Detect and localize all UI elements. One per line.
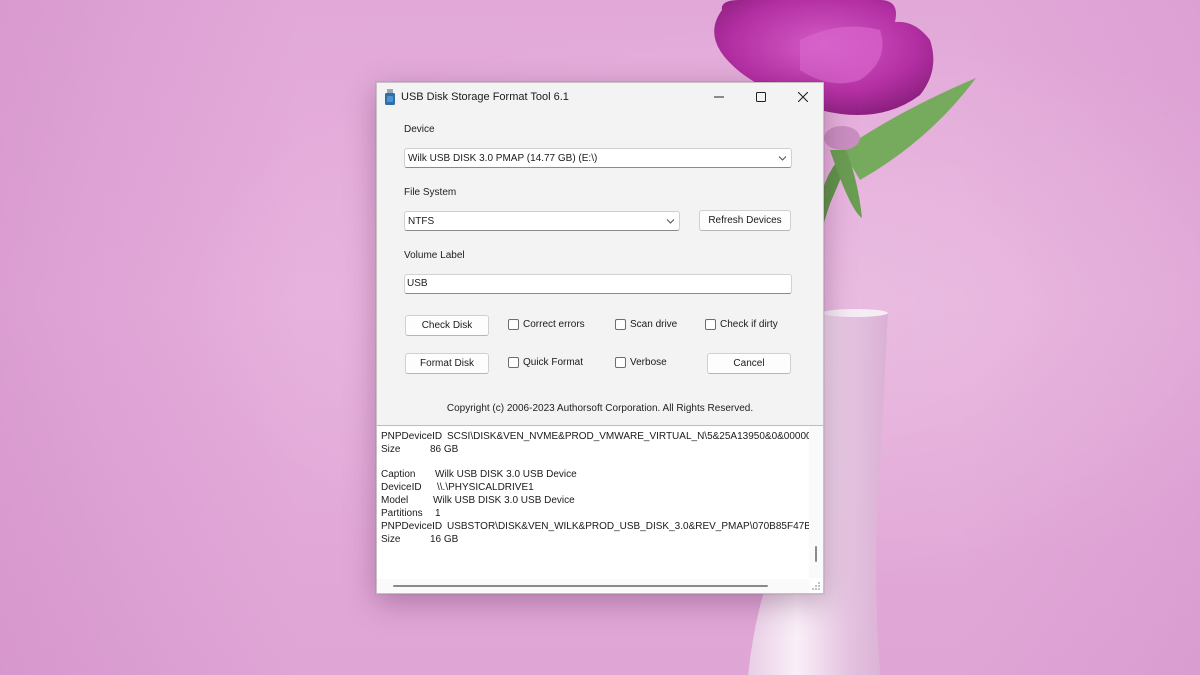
log-value: 86 GB	[430, 444, 459, 455]
log-line: Caption Wilk USB DISK 3.0 USB Device	[381, 469, 577, 480]
minimize-icon	[714, 96, 724, 98]
log-line: DeviceID \\.\PHYSICALDRIVE1	[381, 482, 534, 493]
log-line: Partitions 1	[381, 508, 441, 519]
scan-drive-label: Scan drive	[630, 319, 678, 330]
file-system-label: File System	[404, 187, 457, 198]
chevron-down-icon	[666, 219, 675, 224]
horizontal-scroll-thumb[interactable]	[393, 585, 768, 587]
verbose-checkbox[interactable]: Verbose	[615, 357, 667, 368]
log-value: \\.\PHYSICALDRIVE1	[437, 482, 534, 493]
log-line: Size 86 GB	[381, 444, 458, 455]
volume-label-label: Volume Label	[404, 250, 465, 261]
maximize-button[interactable]	[739, 83, 783, 111]
minimize-button[interactable]	[697, 83, 741, 111]
log-value: 1	[435, 508, 441, 519]
volume-label-field[interactable]	[404, 274, 792, 294]
file-system-selected-value: NTFS	[408, 216, 435, 227]
flower-bud	[824, 126, 860, 150]
log-key: Size	[381, 444, 401, 455]
log-line: Size 16 GB	[381, 534, 458, 545]
horizontal-scrollbar[interactable]	[377, 579, 809, 593]
volume-label-input[interactable]	[407, 278, 777, 289]
log-key: DeviceID	[381, 482, 422, 493]
window-title: USB Disk Storage Format Tool 6.1	[401, 91, 569, 103]
checkbox-box[interactable]	[615, 319, 626, 330]
scan-drive-checkbox[interactable]: Scan drive	[615, 319, 677, 330]
refresh-devices-button[interactable]: Refresh Devices	[699, 210, 791, 231]
log-line: PNPDeviceID SCSI\DISK&VEN_NVME&PROD_VMWA…	[381, 431, 817, 442]
log-key: PNPDeviceID	[381, 431, 443, 442]
correct-errors-checkbox[interactable]: Correct errors	[508, 319, 585, 330]
log-line: PNPDeviceID USBSTOR\DISK&VEN_WILK&PROD_U…	[381, 521, 823, 532]
quick-format-label: Quick Format	[523, 357, 584, 368]
check-if-dirty-label: Check if dirty	[720, 319, 778, 330]
log-key: Caption	[381, 469, 416, 480]
quick-format-checkbox[interactable]: Quick Format	[508, 357, 583, 368]
cancel-button[interactable]: Cancel	[707, 353, 791, 374]
file-system-dropdown[interactable]: NTFS	[404, 211, 680, 231]
vase-rim	[822, 309, 888, 317]
device-label: Device	[404, 124, 435, 135]
log-key: Model	[381, 495, 409, 506]
copyright-text: Copyright (c) 2006-2023 Authorsoft Corpo…	[446, 403, 754, 414]
device-dropdown[interactable]: Wilk USB DISK 3.0 PMAP (14.77 GB) (E:\)	[404, 148, 792, 168]
device-info-log[interactable]: PNPDeviceID SCSI\DISK&VEN_NVME&PROD_VMWA…	[377, 425, 823, 593]
device-selected-value: Wilk USB DISK 3.0 PMAP (14.77 GB) (E:\)	[408, 153, 598, 164]
verbose-label: Verbose	[630, 357, 667, 368]
check-disk-button[interactable]: Check Disk	[405, 315, 489, 336]
vertical-scroll-thumb[interactable]	[815, 546, 817, 562]
log-key: Size	[381, 534, 401, 545]
log-value: SCSI\DISK&VEN_NVME&PROD_VMWARE_VIRTUAL_N…	[447, 431, 818, 442]
check-if-dirty-checkbox[interactable]: Check if dirty	[705, 319, 778, 330]
chevron-down-icon	[778, 156, 787, 161]
vertical-scrollbar[interactable]	[809, 426, 823, 578]
maximize-icon	[756, 92, 766, 102]
close-button[interactable]	[781, 83, 825, 111]
close-icon	[798, 92, 808, 102]
resize-grip-icon[interactable]	[811, 581, 821, 591]
log-line: Model Wilk USB DISK 3.0 USB Device	[381, 495, 575, 506]
log-value: USBSTOR\DISK&VEN_WILK&PROD_USB_DISK_3.0&…	[447, 521, 823, 532]
log-value: Wilk USB DISK 3.0 USB Device	[435, 469, 577, 480]
checkbox-box[interactable]	[508, 319, 519, 330]
log-value: 16 GB	[430, 534, 459, 545]
title-bar[interactable]: USB Disk Storage Format Tool 6.1	[377, 83, 823, 111]
checkbox-box[interactable]	[508, 357, 519, 368]
correct-errors-label: Correct errors	[523, 319, 585, 330]
log-key: Partitions	[381, 508, 423, 519]
usb-drive-icon	[385, 89, 395, 105]
app-window: USB Disk Storage Format Tool 6.1 Device …	[376, 82, 824, 594]
log-value: Wilk USB DISK 3.0 USB Device	[433, 495, 575, 506]
log-key: PNPDeviceID	[381, 521, 443, 532]
format-disk-button[interactable]: Format Disk	[405, 353, 489, 374]
checkbox-box[interactable]	[705, 319, 716, 330]
checkbox-box[interactable]	[615, 357, 626, 368]
